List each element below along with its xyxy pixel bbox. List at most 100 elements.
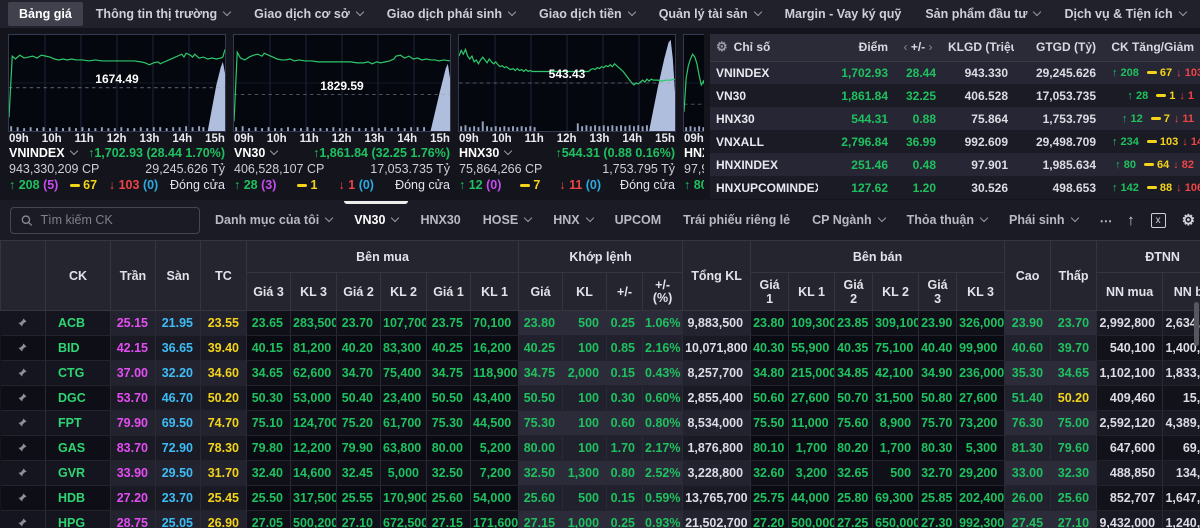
match-change-pct: 0.60% — [642, 385, 684, 411]
index-chart[interactable]: 1829.59 — [233, 34, 451, 132]
breadth-flat: 88 — [1143, 182, 1172, 194]
pin-icon[interactable] — [0, 410, 46, 436]
nav-item-4[interactable]: Giao dịch tiền — [528, 2, 646, 26]
price-row-DGC[interactable]: DGC 53.70 46.70 50.20 50.30 53,000 50.40 23,400… — [0, 385, 1200, 411]
nav-item-7[interactable]: Sản phẩm đầu tư — [914, 2, 1051, 26]
column-header-bid-vol2[interactable]: KL 2 — [380, 272, 427, 311]
pin-icon[interactable] — [0, 335, 46, 361]
column-header-match-vol[interactable]: KL — [562, 272, 608, 311]
price-row-BID[interactable]: BID 42.15 36.65 39.40 40.15 81,200 40.20 83,300… — [0, 335, 1200, 361]
index-row-vnindex[interactable]: VNINDEX 1,702.93 28.44 943.330 29,245.626 ↑ 2… — [710, 61, 1200, 84]
match-volume: 100 — [562, 410, 608, 436]
price-row-FPT[interactable]: FPT 79.90 69.50 74.70 75.10 124,700 75.20 61,70… — [0, 410, 1200, 436]
column-header-match-price[interactable]: Giá — [518, 272, 564, 311]
price-row-GVR[interactable]: GVR 33.90 29.50 31.70 32.40 14,600 32.45 5,000 3… — [0, 460, 1200, 486]
index-row-hnxindex[interactable]: HNXINDEX 251.46 0.48 97.901 1,985.634 ↑ 80 64 ↓… — [710, 153, 1200, 176]
vertical-scrollbar[interactable] — [1194, 302, 1199, 346]
ask-price-3: 25.85 — [918, 485, 958, 511]
column-header-ask-vol1[interactable]: KL 1 — [788, 272, 836, 311]
nav-item-8[interactable]: Dịch vụ & Tiện ích — [1053, 2, 1196, 26]
ticker-cell[interactable]: GVR — [45, 460, 111, 486]
column-header-ask-vol2[interactable]: KL 2 — [872, 272, 920, 311]
board-tab-2[interactable]: HNX30 — [420, 213, 460, 227]
pin-icon[interactable] — [0, 310, 46, 336]
price-row-HPG[interactable]: HPG 28.75 25.05 26.90 27.05 500,200 27.10 672,5… — [0, 510, 1200, 528]
ticker-cell[interactable]: HPG — [45, 510, 111, 528]
price-row-HDB[interactable]: HDB 27.20 23.70 25.45 25.50 317,500 25.55 170,9… — [0, 485, 1200, 511]
pin-icon[interactable] — [0, 435, 46, 461]
column-header-foreign-buy[interactable]: NN mua — [1096, 272, 1164, 311]
price-row-CTG[interactable]: CTG 37.00 32.20 34.60 34.65 62,600 34.70 75,400… — [0, 360, 1200, 386]
pin-icon[interactable] — [0, 360, 46, 386]
pin-icon[interactable] — [0, 510, 46, 528]
excel-export-icon[interactable]: x — [1150, 212, 1166, 228]
price-row-ACB[interactable]: ACB 25.15 21.95 23.55 23.65 283,500 23.70 107,7… — [0, 310, 1200, 336]
board-tab-3[interactable]: HOSE — [483, 213, 533, 227]
column-header-ask-vol3[interactable]: KL 3 — [956, 272, 1006, 311]
nav-item-0[interactable]: Bảng giá — [8, 2, 83, 26]
board-tab-6[interactable]: Trái phiếu riêng lẻ — [683, 213, 790, 227]
index-chart[interactable]: 1674.49 — [8, 34, 226, 132]
index-chart[interactable]: 543.43 — [458, 34, 676, 132]
column-header-bid-vol1[interactable]: KL 1 — [469, 272, 520, 311]
index-chart[interactable] — [683, 34, 704, 132]
index-name[interactable]: VN30 — [234, 146, 279, 160]
match-change: 0.15 — [606, 485, 644, 511]
board-tab-1[interactable]: VN30 — [344, 201, 409, 227]
column-header-bid-price2[interactable]: Giá 2 — [336, 272, 381, 311]
index-row-hnx30[interactable]: HNX30 544.31 0.88 75.864 1,753.795 ↑ 12 7 ↓ 11 — [710, 107, 1200, 130]
column-header-total-volume[interactable]: Tổng KL — [682, 240, 752, 311]
index-name[interactable]: VNINDEX — [9, 146, 78, 160]
nav-item-2[interactable]: Giao dịch cơ sở — [243, 2, 374, 26]
search-input[interactable] — [40, 213, 189, 227]
index-row-vnxall[interactable]: VNXALL 2,796.84 36.99 992.609 29,498.709 ↑ 23… — [710, 130, 1200, 153]
ticker-cell[interactable]: BID — [45, 335, 111, 361]
ticker-cell[interactable]: FPT — [45, 410, 111, 436]
upload-icon[interactable]: ↑ — [1127, 212, 1135, 229]
ticker-cell[interactable]: DGC — [45, 385, 111, 411]
column-header-tran[interactable]: Trần — [110, 240, 156, 311]
nav-item-5[interactable]: Quản lý tài sản — [648, 2, 772, 26]
column-header-san[interactable]: Sàn — [155, 240, 201, 311]
breadth-flat: 64 — [1140, 159, 1169, 171]
index-name[interactable]: HNXINDEX — [684, 146, 704, 160]
nav-item-6[interactable]: Margin - Vay ký quỹ — [774, 2, 913, 26]
ticker-cell[interactable]: HDB — [45, 485, 111, 511]
board-tab-0[interactable]: Danh mục của tôi — [215, 213, 334, 227]
stock-search[interactable] — [10, 206, 200, 234]
index-name[interactable]: HNX30 — [459, 146, 513, 160]
column-header-bid-vol3[interactable]: KL 3 — [290, 272, 337, 311]
pin-icon[interactable] — [0, 385, 46, 411]
gear-icon[interactable]: ⚙ — [1182, 211, 1195, 229]
column-header-tc[interactable]: TC — [200, 240, 247, 311]
prev-column-icon[interactable]: ‹ — [903, 40, 907, 54]
column-header-bid-price1[interactable]: Giá 1 — [426, 272, 471, 311]
column-header-change[interactable]: +/- — [606, 272, 644, 311]
index-row-vn30[interactable]: VN30 1,861.84 32.25 406.528 17,053.735 ↑ 28 1 ↓… — [710, 84, 1200, 107]
column-header-ask-price1[interactable]: Giá 1 — [750, 272, 790, 311]
board-tab-7[interactable]: CP Ngành — [812, 213, 886, 227]
settings-icon[interactable]: ⚙ — [716, 39, 728, 54]
column-header-ask-price3[interactable]: Giá 3 — [918, 272, 958, 311]
ticker-cell[interactable]: ACB — [45, 310, 111, 336]
index-row-hnxupcomindex[interactable]: HNXUPCOMINDEX 127.62 1.20 30.526 498.653 ↑ 14… — [710, 176, 1200, 199]
ticker-cell[interactable]: GAS — [45, 435, 111, 461]
price-row-GAS[interactable]: GAS 83.70 72.90 78.30 79.80 12,200 79.90 63,800… — [0, 435, 1200, 461]
column-header-ck[interactable]: CK — [45, 240, 111, 311]
board-tab-4[interactable]: HNX — [553, 213, 594, 227]
column-header-ask-price2[interactable]: Giá 2 — [834, 272, 874, 311]
column-header-high[interactable]: Cao — [1004, 240, 1052, 311]
column-header-low[interactable]: Thấp — [1050, 240, 1098, 311]
board-tab-10[interactable]: ⋯ — [1100, 213, 1113, 228]
column-header-change-pct[interactable]: +/- (%) — [642, 272, 684, 311]
nav-item-1[interactable]: Thông tin thị trường — [85, 2, 241, 26]
next-column-icon[interactable]: › — [929, 40, 933, 54]
nav-item-3[interactable]: Giao dịch phái sinh — [376, 2, 526, 26]
board-tab-8[interactable]: Thỏa thuận — [907, 213, 989, 227]
pin-icon[interactable] — [0, 485, 46, 511]
board-tab-5[interactable]: UPCOM — [615, 213, 662, 227]
pin-icon[interactable] — [0, 460, 46, 486]
column-header-bid-price3[interactable]: Giá 3 — [246, 272, 291, 311]
ticker-cell[interactable]: CTG — [45, 360, 111, 386]
board-tab-9[interactable]: Phái sinh — [1009, 213, 1079, 227]
